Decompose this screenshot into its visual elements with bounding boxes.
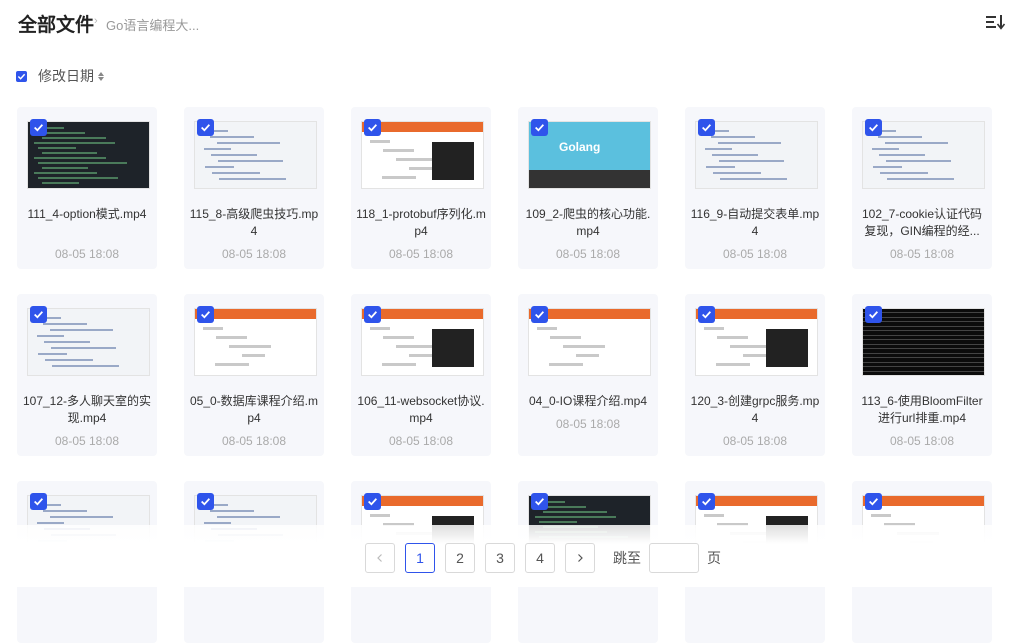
file-card[interactable]: 04_0-IO课程介绍.mp4 08-05 18:08 (518, 294, 658, 456)
file-name[interactable]: 120_3-创建grpc服务.mp4 (689, 393, 821, 427)
file-checkbox[interactable] (698, 493, 715, 510)
check-icon (535, 498, 545, 506)
file-card[interactable]: 116_9-自动提交表单.mp4 08-05 18:08 (685, 107, 825, 269)
file-name[interactable]: 106_11-websocket协议.mp4 (355, 393, 487, 427)
file-grid: 111_4-option模式.mp4 08-05 18:08 115_8-高级爬虫技… (0, 0, 1035, 643)
check-icon (368, 124, 378, 132)
file-name[interactable]: 05_0-数据库课程介绍.mp4 (188, 393, 320, 427)
file-checkbox[interactable] (531, 119, 548, 136)
file-date: 08-05 18:08 (722, 247, 788, 261)
file-date: 08-05 18:08 (388, 247, 454, 261)
file-checkbox[interactable] (865, 493, 882, 510)
check-icon (201, 124, 211, 132)
file-checkbox[interactable] (531, 306, 548, 323)
file-date: 08-05 18:08 (555, 417, 621, 431)
check-icon (535, 124, 545, 132)
check-icon (869, 311, 879, 319)
next-page-button[interactable] (565, 543, 595, 573)
file-checkbox[interactable] (364, 493, 381, 510)
file-date: 08-05 18:08 (54, 434, 120, 448)
file-checkbox[interactable] (865, 119, 882, 136)
file-checkbox[interactable] (364, 119, 381, 136)
check-icon (201, 498, 211, 506)
check-icon (368, 311, 378, 319)
file-date: 08-05 18:08 (388, 434, 454, 448)
file-card[interactable]: Golang 109_2-爬虫的核心功能.mp4 08-05 18:08 (518, 107, 658, 269)
file-checkbox[interactable] (30, 119, 47, 136)
file-name[interactable]: 115_8-高级爬虫技巧.mp4 (188, 206, 320, 240)
file-checkbox[interactable] (197, 306, 214, 323)
file-checkbox[interactable] (698, 119, 715, 136)
file-date: 08-05 18:08 (54, 247, 120, 261)
file-checkbox[interactable] (30, 306, 47, 323)
file-checkbox[interactable] (865, 306, 882, 323)
check-icon (34, 498, 44, 506)
check-icon (702, 498, 712, 506)
page-3-button[interactable]: 3 (485, 543, 515, 573)
file-checkbox[interactable] (197, 493, 214, 510)
chevron-left-icon (377, 554, 382, 562)
jump-page-input[interactable] (649, 543, 699, 573)
file-checkbox[interactable] (197, 119, 214, 136)
file-card[interactable]: 05_0-数据库课程介绍.mp4 08-05 18:08 (184, 294, 324, 456)
file-card[interactable]: 118_1-protobuf序列化.mp4 08-05 18:08 (351, 107, 491, 269)
file-card[interactable]: 107_12-多人聊天室的实现.mp4 08-05 18:08 (17, 294, 157, 456)
check-icon (702, 124, 712, 132)
check-icon (368, 498, 378, 506)
file-name[interactable]: 116_9-自动提交表单.mp4 (689, 206, 821, 240)
file-date: 08-05 18:08 (221, 434, 287, 448)
file-card[interactable]: 102_7-cookie认证代码复现，GIN编程的经... 08-05 18:08 (852, 107, 992, 269)
file-name[interactable]: 113_6-使用BloomFilter进行url排重.mp4 (856, 393, 988, 427)
chevron-right-icon (578, 554, 583, 562)
check-icon (34, 124, 44, 132)
file-name[interactable]: 109_2-爬虫的核心功能.mp4 (522, 206, 654, 240)
file-card[interactable]: 120_3-创建grpc服务.mp4 08-05 18:08 (685, 294, 825, 456)
file-name[interactable]: 111_4-option模式.mp4 (21, 206, 153, 223)
file-checkbox[interactable] (30, 493, 47, 510)
check-icon (869, 498, 879, 506)
file-date: 08-05 18:08 (555, 247, 621, 261)
jump-to-label: 跳至 (613, 550, 641, 566)
file-checkbox[interactable] (364, 306, 381, 323)
file-name[interactable]: 107_12-多人聊天室的实现.mp4 (21, 393, 153, 427)
check-icon (34, 311, 44, 319)
file-name[interactable]: 102_7-cookie认证代码复现，GIN编程的经... (856, 206, 988, 240)
file-card[interactable]: 115_8-高级爬虫技巧.mp4 08-05 18:08 (184, 107, 324, 269)
file-name[interactable]: 04_0-IO课程介绍.mp4 (522, 393, 654, 410)
file-checkbox[interactable] (531, 493, 548, 510)
file-date: 08-05 18:08 (889, 434, 955, 448)
file-date: 08-05 18:08 (722, 434, 788, 448)
page-2-button[interactable]: 2 (445, 543, 475, 573)
file-date: 08-05 18:08 (221, 247, 287, 261)
pagination: 1 2 3 4 跳至 页 (365, 543, 721, 573)
file-card[interactable]: 106_11-websocket协议.mp4 08-05 18:08 (351, 294, 491, 456)
file-name[interactable]: 118_1-protobuf序列化.mp4 (355, 206, 487, 240)
page-1-button[interactable]: 1 (405, 543, 435, 573)
check-icon (869, 124, 879, 132)
file-checkbox[interactable] (698, 306, 715, 323)
page-suffix-label: 页 (707, 550, 721, 566)
check-icon (535, 311, 545, 319)
file-card[interactable]: 111_4-option模式.mp4 08-05 18:08 (17, 107, 157, 269)
check-icon (201, 311, 211, 319)
page-4-button[interactable]: 4 (525, 543, 555, 573)
file-card[interactable]: 113_6-使用BloomFilter进行url排重.mp4 08-05 18:0… (852, 294, 992, 456)
file-date: 08-05 18:08 (889, 247, 955, 261)
prev-page-button[interactable] (365, 543, 395, 573)
check-icon (702, 311, 712, 319)
